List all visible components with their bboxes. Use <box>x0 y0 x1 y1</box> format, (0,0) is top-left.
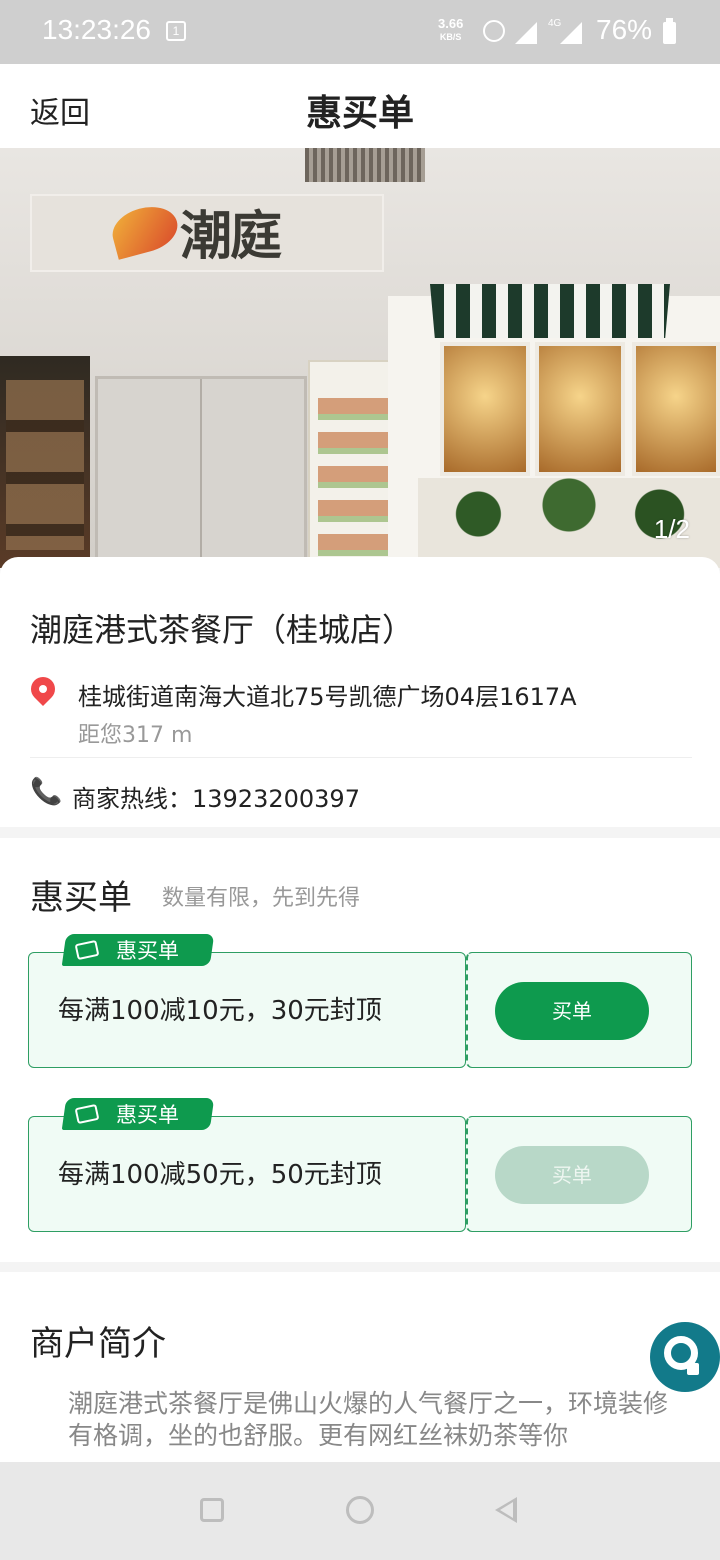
buy-button[interactable]: 买单 <box>495 982 649 1040</box>
intro-heading: 商户简介 <box>30 1324 166 1364</box>
store-name: 潮庭港式茶餐厅（桂城店） <box>30 611 415 649</box>
home-icon[interactable] <box>346 1496 374 1524</box>
shop-window <box>632 342 720 476</box>
sim-icon: 1 <box>166 21 186 41</box>
coupon-card: 惠买单 每满100减50元，50元封顶 买单 <box>28 1098 692 1232</box>
top-nav-bar: 返回 惠买单 <box>0 64 720 149</box>
deals-heading: 惠买单 <box>30 878 132 918</box>
system-nav-bar <box>0 1462 720 1560</box>
store-logo-text: 潮庭 <box>180 206 282 267</box>
customer-service-icon <box>664 1336 699 1375</box>
coupon-description: 每满100减50元，50元封顶 <box>58 1160 382 1190</box>
coupon-description: 每满100减10元，30元封顶 <box>58 996 382 1026</box>
merchant-intro-section: 商户简介 潮庭港式茶餐厅是佛山火爆的人气餐厅之一，环境装修有格调，坐的也舒服。更… <box>0 1272 720 1472</box>
status-time: 13:23:26 <box>42 14 151 45</box>
shop-window <box>440 342 530 476</box>
menu-board <box>0 356 90 568</box>
store-photo-carousel[interactable]: 潮庭 1/2 <box>0 148 720 568</box>
coupon-tag-label: 惠买单 <box>116 1103 179 1127</box>
coupon-card: 惠买单 每满100减10元，30元封顶 买单 <box>28 934 692 1068</box>
network-speed: 3.66 KB/S <box>438 16 464 43</box>
divider <box>30 757 692 758</box>
network-speed-value: 3.66 <box>438 16 464 31</box>
battery-percent: 76% <box>596 14 653 45</box>
phone-icon: 📞 <box>30 777 63 807</box>
back-icon[interactable] <box>495 1497 517 1523</box>
ceiling-vent <box>305 148 425 182</box>
alarm-icon <box>483 20 505 42</box>
striped-awning <box>430 284 670 338</box>
intro-text: 潮庭港式茶餐厅是佛山火爆的人气餐厅之一，环境装修有格调，坐的也舒服。更有网红丝袜… <box>68 1389 669 1450</box>
customer-service-button[interactable] <box>650 1322 720 1392</box>
battery-icon <box>663 18 676 44</box>
wifi-signal-icon <box>515 22 537 44</box>
network-speed-unit: KB/S <box>439 32 462 42</box>
store-doors <box>95 376 307 568</box>
deals-section: 惠买单 数量有限，先到先得 惠买单 每满100减10元，30元封顶 买单 惠买单… <box>0 838 720 1262</box>
store-hotline[interactable]: 商家热线：13923200397 <box>72 779 360 814</box>
status-bar: 13:23:26 1 3.66 KB/S 4G 76% <box>0 0 720 64</box>
shop-window <box>535 342 625 476</box>
photo-counter: 1/2 <box>653 514 690 544</box>
coupon-tag-label: 惠买单 <box>116 939 179 963</box>
location-pin-icon <box>26 672 60 706</box>
deals-subtitle: 数量有限，先到先得 <box>162 886 361 911</box>
recent-apps-icon[interactable] <box>200 1498 224 1522</box>
store-distance: 距您317 m <box>78 723 193 748</box>
buy-button-disabled[interactable]: 买单 <box>495 1146 649 1204</box>
page-title: 惠买单 <box>305 93 414 134</box>
store-address[interactable]: 桂城街道南海大道北75号凯德广场04层1617A <box>78 677 577 712</box>
store-info-card: 潮庭港式茶餐厅（桂城店） 桂城街道南海大道北75号凯德广场04层1617A 距您… <box>0 557 720 827</box>
cell-signal-icon <box>560 22 582 44</box>
